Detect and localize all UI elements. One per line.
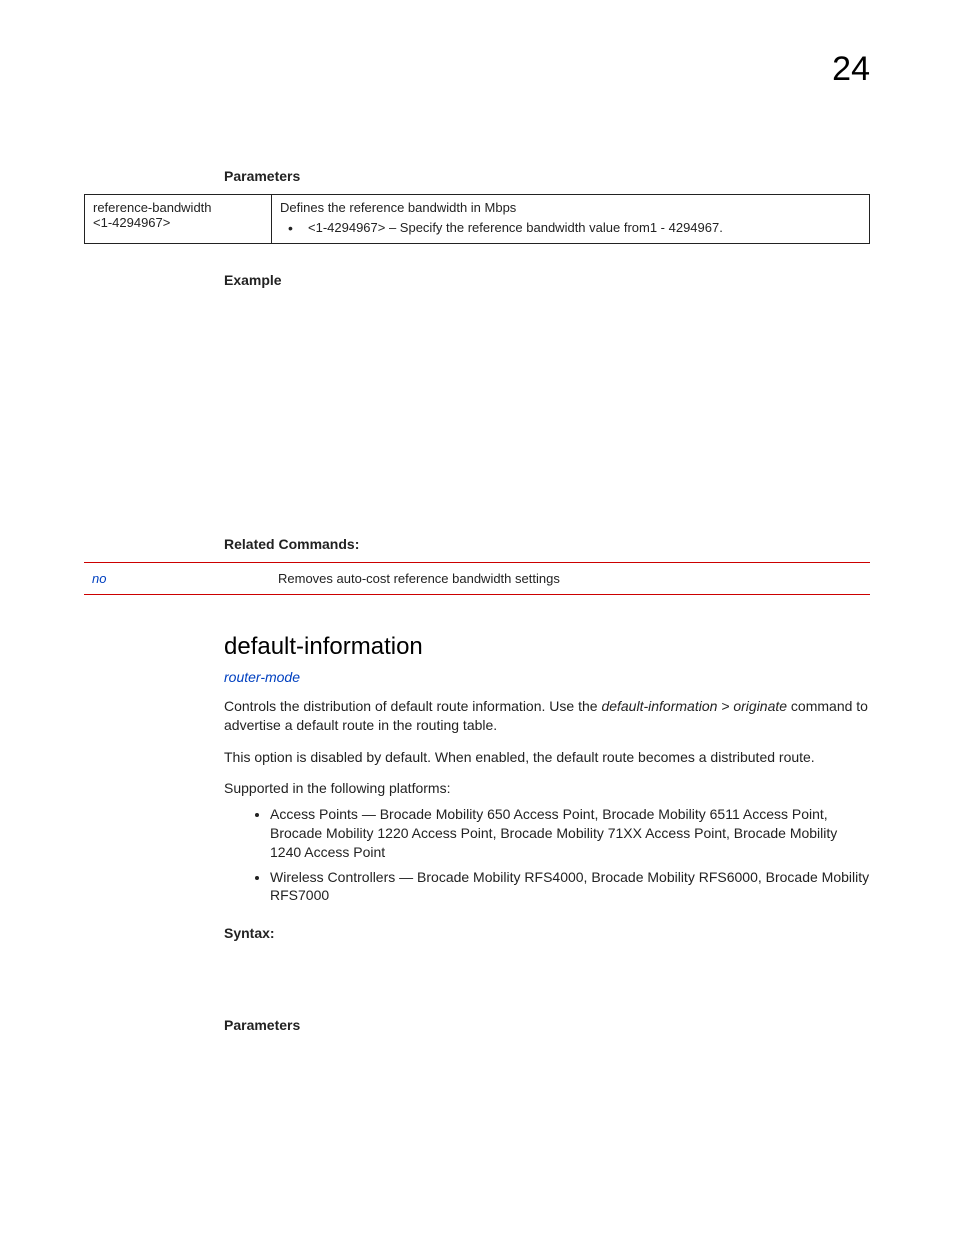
page-number: 24 [832, 50, 870, 89]
related-cmd-name: no [84, 562, 270, 594]
param-name-line2: <1-4294967> [93, 215, 263, 230]
related-commands-table: no Removes auto-cost reference bandwidth… [84, 562, 870, 595]
paragraph: Supported in the following platforms: [224, 779, 870, 799]
list-item: Wireless Controllers — Brocade Mobility … [270, 868, 870, 906]
para1-b: default-information > originate [601, 698, 787, 714]
command-section: default-information router-mode Controls… [224, 633, 870, 1034]
syntax-spacer [224, 951, 870, 989]
platform-list: Access Points — Brocade Mobility 650 Acc… [270, 805, 870, 905]
page: 24 Parameters reference-bandwidth <1-429… [0, 0, 954, 1103]
param-name-line1: reference-bandwidth [93, 200, 263, 215]
router-mode-link[interactable]: router-mode [224, 669, 870, 685]
parameters-table: reference-bandwidth <1-4294967> Defines … [84, 194, 870, 244]
table-row: no Removes auto-cost reference bandwidth… [84, 562, 870, 594]
para1-a: Controls the distribution of default rou… [224, 698, 601, 714]
parameters-heading-2: Parameters [224, 1017, 870, 1033]
paragraph: Controls the distribution of default rou… [224, 697, 870, 736]
param-name-cell: reference-bandwidth <1-4294967> [85, 195, 272, 244]
parameters-heading: Parameters [224, 168, 870, 184]
table-row: reference-bandwidth <1-4294967> Defines … [85, 195, 870, 244]
example-spacer [84, 298, 870, 508]
paragraph: This option is disabled by default. When… [224, 748, 870, 768]
example-heading: Example [224, 272, 870, 288]
command-title: default-information [224, 633, 870, 661]
related-commands-heading: Related Commands: [224, 536, 870, 552]
param-desc-bullet: <1-4294967> – Specify the reference band… [280, 219, 861, 237]
list-item: Access Points — Brocade Mobility 650 Acc… [270, 805, 870, 862]
related-cmd-desc: Removes auto-cost reference bandwidth se… [270, 562, 870, 594]
param-desc-cell: Defines the reference bandwidth in Mbps … [272, 195, 870, 244]
no-command-link[interactable]: no [92, 571, 106, 586]
param-desc-line1: Defines the reference bandwidth in Mbps [280, 200, 861, 215]
syntax-heading: Syntax: [224, 925, 870, 941]
